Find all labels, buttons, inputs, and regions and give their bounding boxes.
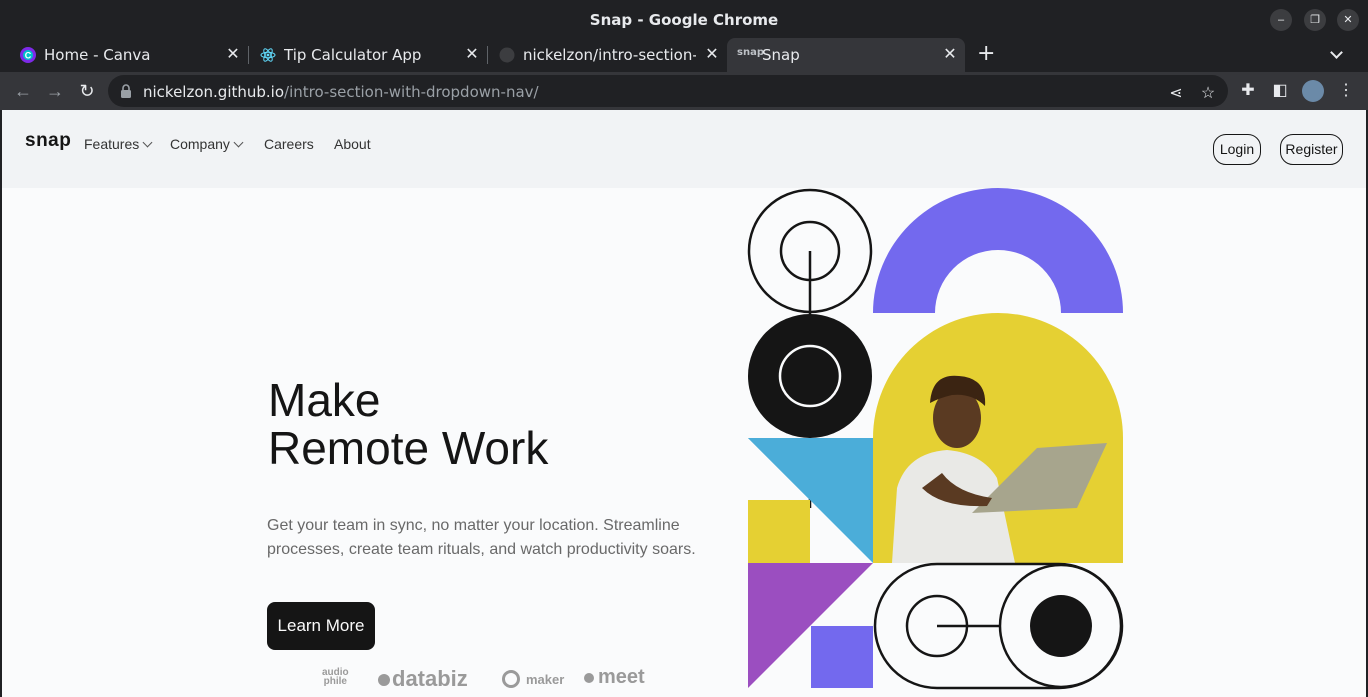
client-audiophile-logo: audio phile [322,668,349,687]
client-meet-logo: meet [584,666,645,689]
tab-label: Snap [762,46,800,64]
url-host: nickelzon.github.io [143,83,285,101]
login-button[interactable]: Login [1213,134,1261,165]
nav-company-label: Company [170,136,230,152]
chevron-down-icon [142,137,153,148]
site-header: snap Features Company Careers About Logi… [2,110,1366,188]
url-text: nickelzon.github.io/intro-section-with-d… [143,83,539,101]
close-tab-icon[interactable]: ✕ [941,44,959,64]
hero-illustration [747,188,1124,690]
pill-dot [1030,595,1092,657]
headline-line-2: Remote Work [268,422,549,474]
tab-label: Tip Calculator App [284,46,422,64]
svg-text:C: C [25,51,32,61]
address-bar[interactable]: nickelzon.github.io/intro-section-with-d… [108,75,1228,107]
maximize-button[interactable]: ❐ [1304,9,1326,31]
url-path: /intro-section-with-dropdown-nav/ [284,83,539,101]
browser-toolbar: ← → ↻ nickelzon.github.io/intro-section-… [0,72,1368,110]
site-logo[interactable]: snap [25,130,71,152]
purple-arch [873,188,1123,313]
databiz-dot-icon [378,674,390,686]
hero-headline: Make Remote Work [268,376,548,472]
github-icon [499,47,515,63]
back-button[interactable]: ← [12,80,34,102]
nav-about[interactable]: About [334,136,371,152]
hero-subtext: Get your team in sync, no matter your lo… [267,517,696,558]
new-tab-button[interactable]: + [977,38,999,72]
react-icon [260,48,276,62]
client-maker-logo: maker [502,670,564,688]
web-page: snap Features Company Careers About Logi… [2,110,1366,697]
chevron-down-icon [1330,46,1343,59]
meet-label: meet [598,666,645,688]
close-tab-icon[interactable]: ✕ [703,44,721,64]
tab-github[interactable]: nickelzon/intro-section-w ✕ [479,38,727,72]
nav-features-label: Features [84,136,140,152]
tab-label: Home - Canva [44,46,151,64]
plus-icon: + [977,41,996,66]
headline-line-1: Make [268,374,381,426]
bookmark-star-icon[interactable]: ☆ [1198,84,1218,104]
tab-label: nickelzon/intro-section-w [523,46,696,64]
maker-label: maker [526,672,565,687]
window-titlebar: Snap - Google Chrome – ❐ ✕ [0,0,1368,38]
minimize-button[interactable]: – [1270,9,1292,31]
yellow-square [748,500,810,563]
learn-more-button[interactable]: Learn More [267,602,375,650]
lock-icon [121,84,131,98]
nav-careers[interactable]: Careers [264,136,314,152]
register-button[interactable]: Register [1280,134,1343,165]
tab-strip: C Home - Canva ✕ Tip Calculator App ✕ ni… [0,38,1368,72]
client-databiz-logo: databiz [378,666,468,692]
reload-button[interactable]: ↻ [76,80,98,102]
window-title: Snap - Google Chrome [589,11,779,29]
forward-button[interactable]: → [44,80,66,102]
close-window-button[interactable]: ✕ [1337,9,1359,31]
maker-circle-icon [502,670,520,688]
profile-avatar[interactable] [1302,80,1324,102]
tab-canva[interactable]: C Home - Canva ✕ [0,38,248,72]
tab-snap[interactable]: snap Snap ✕ [727,38,965,72]
nav-company[interactable]: Company [170,136,244,152]
audiophile-bottom: phile [323,676,347,687]
menu-kebab-icon[interactable]: ⋮ [1336,81,1356,101]
lavender-square [811,626,873,688]
black-disc [748,314,872,438]
chevron-down-icon [233,137,244,148]
tab-tip-calculator[interactable]: Tip Calculator App ✕ [240,38,488,72]
meet-dots-icon [584,673,594,683]
share-icon[interactable]: ⋖ [1166,84,1186,104]
snap-favicon: snap [737,47,764,58]
databiz-label: databiz [392,666,468,691]
canva-icon: C [20,47,36,63]
extensions-icon[interactable]: ✚ [1238,81,1258,101]
tab-search-button[interactable] [1328,38,1350,72]
side-panel-icon[interactable]: ◧ [1270,81,1290,101]
blue-triangle-small [748,438,810,500]
nav-features[interactable]: Features [84,136,153,152]
